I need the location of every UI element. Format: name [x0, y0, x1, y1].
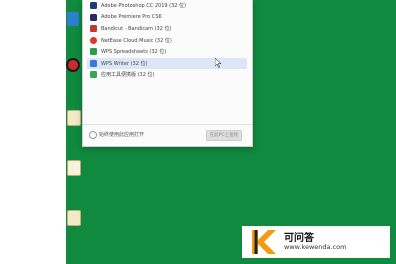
app-list-item[interactable]: WPS Spreadsheets (32 位)	[87, 46, 247, 58]
dialog-footer: 始终使用此应用打开 在此PC上查找	[83, 124, 252, 145]
wps-spreadsheets-icon	[90, 48, 97, 56]
find-app-button[interactable]: 在此PC上查找	[206, 130, 242, 141]
desktop-shortcut-icon[interactable]	[67, 12, 79, 26]
wps-writer-icon	[90, 59, 97, 67]
app-label: WPS Spreadsheets (32 位)	[101, 49, 167, 56]
app-label: Bandicut - Bandicam (32 位)	[101, 26, 172, 33]
app-list: Adobe Photoshop CC 2019 (32 位) Adobe Pre…	[87, 0, 247, 81]
app-list-item-selected[interactable]: WPS Writer (32 位)	[87, 57, 247, 69]
mouse-pointer-icon	[215, 58, 221, 68]
desktop-file-icon[interactable]	[67, 160, 81, 176]
app-label: Adobe Photoshop CC 2019 (32 位)	[101, 3, 187, 10]
netease-music-icon	[90, 36, 97, 44]
open-with-dialog: Adobe Photoshop CC 2019 (32 位) Adobe Pre…	[82, 0, 253, 147]
watermark-url: www.kewenda.com	[284, 242, 347, 251]
watermark: 可问答 www.kewenda.com	[242, 226, 390, 258]
app-list-item[interactable]: Adobe Photoshop CC 2019 (32 位)	[87, 0, 247, 12]
file-explorer-pane	[0, 0, 67, 264]
tool-icon	[90, 71, 97, 79]
app-label: WPS Writer (32 位)	[101, 60, 148, 67]
app-label: 应用工具便携版 (32 位)	[101, 72, 155, 79]
always-use-checkbox[interactable]	[89, 131, 97, 139]
bandicut-icon	[90, 25, 97, 33]
app-list-item[interactable]: Bandicut - Bandicam (32 位)	[87, 23, 247, 35]
premiere-icon	[90, 13, 97, 21]
desktop-file-icon[interactable]	[67, 210, 81, 226]
photoshop-icon	[90, 2, 97, 10]
desktop-file-icon[interactable]	[67, 110, 81, 126]
app-list-item[interactable]: NetEase Cloud Music (32 位)	[87, 35, 247, 47]
app-list-item[interactable]: Adobe Premiere Pro CS6	[87, 12, 247, 24]
app-label: NetEase Cloud Music (32 位)	[101, 37, 172, 44]
kewenda-logo-icon	[248, 226, 280, 258]
app-label: Adobe Premiere Pro CS6	[101, 14, 162, 21]
app-list-item[interactable]: 应用工具便携版 (32 位)	[87, 69, 247, 81]
desktop-app-icon[interactable]	[66, 58, 80, 72]
always-use-label: 始终使用此应用打开	[99, 132, 145, 138]
